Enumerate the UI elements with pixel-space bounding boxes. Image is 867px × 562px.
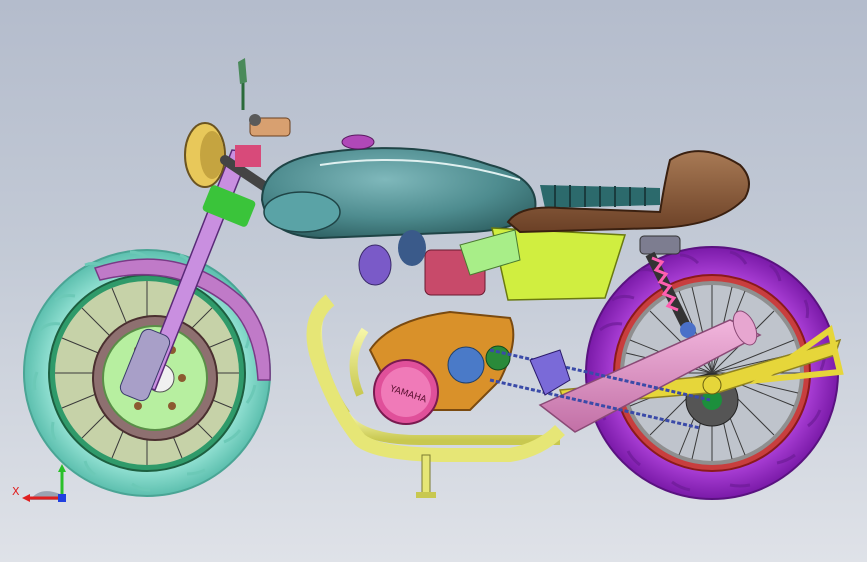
engine[interactable]: YAMAHA [358,229,521,425]
cad-3d-viewport[interactable]: YAMAHA X [0,0,867,562]
x-axis-label: X [12,485,20,498]
z-axis-marker [58,494,66,502]
headlight[interactable] [184,122,226,188]
seat[interactable] [506,150,750,234]
coordinate-triad: X [10,458,80,513]
fuel-tank[interactable] [260,134,537,240]
motorcycle-3d-model[interactable]: YAMAHA [0,0,867,562]
rear-set-bracket[interactable] [529,349,571,396]
